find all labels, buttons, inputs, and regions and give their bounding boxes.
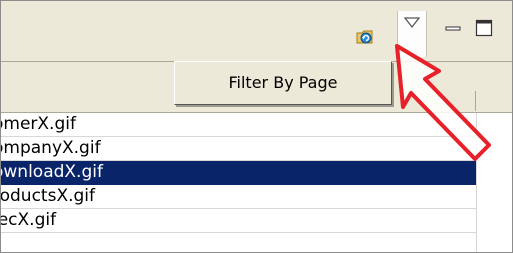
menu-item-filter-by-page[interactable]: Filter By Page — [175, 62, 391, 104]
list-item[interactable]: lecX.gif — [1, 209, 476, 233]
column-divider[interactable] — [475, 91, 476, 111]
list-item-selected[interactable]: ownloadX.gif — [1, 161, 476, 185]
view-panel: omerX.gif ompanyX.gif ownloadX.gif roduc… — [0, 0, 513, 253]
list-item[interactable]: omerX.gif — [1, 113, 476, 137]
minimize-button[interactable] — [445, 21, 461, 37]
maximize-icon — [475, 19, 493, 37]
view-menu-button[interactable] — [397, 11, 427, 57]
minimize-icon — [445, 26, 461, 31]
refresh-icon[interactable] — [355, 27, 375, 47]
chevron-down-icon — [404, 17, 420, 29]
view-toolbar — [1, 1, 512, 62]
column-divider — [476, 113, 477, 252]
list-item[interactable]: ompanyX.gif — [1, 137, 476, 161]
popup-menu: Filter By Page — [174, 61, 392, 105]
maximize-button[interactable] — [475, 19, 493, 37]
file-list: omerX.gif ompanyX.gif ownloadX.gif roduc… — [1, 113, 512, 252]
list-item[interactable]: roductsX.gif — [1, 185, 476, 209]
